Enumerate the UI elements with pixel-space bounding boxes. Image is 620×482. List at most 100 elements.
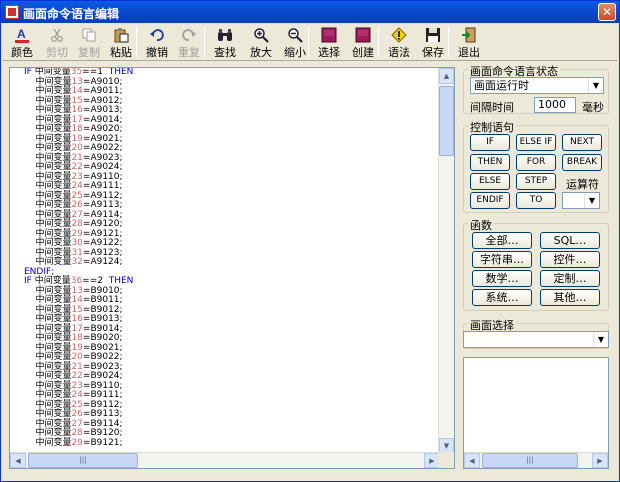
operator-select[interactable]: ▼	[562, 192, 600, 209]
code-variable-index: 19	[71, 133, 83, 144]
control-for-button[interactable]: FOR	[516, 154, 556, 171]
code-token: 中间变量	[24, 143, 72, 153]
horizontal-scroll-thumb[interactable]: |||	[28, 453, 138, 468]
code-token: =A9111;	[82, 181, 123, 191]
select-label: 选择	[318, 46, 340, 59]
code-token: =A9110;	[82, 171, 123, 182]
code-variable-index: 24	[71, 181, 83, 191]
scroll-left-icon[interactable]: ◀	[10, 453, 26, 468]
code-text[interactable]: IF 中间变量35==1 THEN 中间变量13=A9010; 中间变量14=A…	[10, 68, 440, 454]
control-endif-button[interactable]: ENDIF	[470, 192, 510, 209]
control-if-button[interactable]: IF	[470, 134, 510, 151]
code-variable-index: 27	[71, 209, 83, 220]
warning-icon	[391, 27, 407, 43]
code-token: =B9023;	[82, 361, 123, 372]
copy-button[interactable]: 复制	[73, 25, 105, 59]
zoom-out-label: 缩小	[284, 46, 306, 59]
function-custom-button[interactable]: 定制…	[540, 270, 600, 287]
floppy-disk-icon	[425, 27, 441, 43]
create-label: 创建	[352, 46, 374, 59]
control-step-button[interactable]: STEP	[516, 173, 556, 190]
horizontal-scrollbar[interactable]: ◀ ||| ▶	[10, 452, 440, 468]
create-button[interactable]: 创建	[347, 25, 379, 59]
zoom-in-button[interactable]: 放大	[245, 25, 277, 59]
code-keyword: ENDIF	[24, 266, 52, 277]
exit-button[interactable]: 退出	[453, 25, 485, 59]
code-token: 中间变量	[24, 371, 72, 381]
control-else-button[interactable]: ELSE	[470, 173, 510, 190]
code-variable-index: 13	[71, 76, 83, 87]
screen-list[interactable]: ◀ ||| ▶	[463, 357, 609, 469]
color-button[interactable]: A 颜色	[6, 25, 38, 59]
undo-icon	[149, 27, 165, 43]
title-bar[interactable]: 画面命令语言编辑 ✕	[1, 1, 619, 23]
code-token: 中间变量	[24, 285, 72, 296]
list-scroll-thumb[interactable]: |||	[482, 453, 578, 468]
list-horizontal-scrollbar[interactable]: ◀ ||| ▶	[464, 452, 608, 468]
code-variable-index: 28	[71, 219, 83, 229]
control-to-button[interactable]: TO	[516, 192, 556, 209]
code-token: 中间变量	[24, 428, 72, 438]
code-token: =B9121;	[82, 437, 123, 448]
control-next-button[interactable]: NEXT	[562, 134, 602, 151]
interval-input[interactable]: 1000	[534, 97, 576, 113]
control-else-if-button[interactable]: ELSE IF	[516, 134, 556, 151]
find-button[interactable]: 查找	[209, 25, 241, 59]
zoom-out-button[interactable]: 缩小	[279, 25, 311, 59]
function-control-button[interactable]: 控件…	[540, 251, 600, 268]
code-variable-index: 17	[71, 114, 83, 125]
code-variable-index: 23	[71, 380, 83, 391]
function-other-button[interactable]: 其他…	[540, 289, 600, 306]
cut-label: 剪切	[46, 46, 68, 59]
function-string-button[interactable]: 字符串…	[472, 251, 532, 268]
chevron-down-icon[interactable]: ▼	[593, 332, 608, 347]
select-button[interactable]: 选择	[313, 25, 345, 59]
close-button[interactable]: ✕	[598, 3, 616, 21]
control-then-button[interactable]: THEN	[470, 154, 510, 171]
code-token: 中间变量	[24, 361, 72, 372]
function-system-button[interactable]: 系统…	[472, 289, 532, 306]
function-all-button[interactable]: 全部…	[472, 232, 532, 249]
scroll-left-icon[interactable]: ◀	[464, 453, 480, 468]
undo-label: 撤销	[146, 46, 168, 59]
code-token: =B9114;	[82, 418, 123, 429]
code-token: =A9013;	[82, 105, 123, 115]
code-token: =B9024;	[82, 371, 123, 381]
code-token: =A9121;	[82, 228, 123, 239]
paste-label: 粘贴	[110, 46, 132, 59]
code-variable-index: 22	[71, 162, 83, 172]
code-token: ;	[51, 266, 55, 277]
code-variable-index: 13	[71, 285, 83, 296]
vertical-scroll-thumb[interactable]	[439, 86, 454, 156]
control-break-button[interactable]: BREAK	[562, 154, 602, 171]
code-variable-index: 32	[71, 257, 83, 267]
scroll-right-icon[interactable]: ▶	[592, 453, 608, 468]
code-token: 中间变量	[24, 304, 72, 315]
code-token: 中间变量	[24, 314, 72, 324]
screen-select[interactable]: ▼	[463, 331, 609, 348]
code-token: 中间变量	[24, 209, 72, 220]
code-token: =A9113;	[82, 200, 123, 210]
code-token: 中间变量	[24, 342, 72, 353]
code-editor[interactable]: IF 中间变量35==1 THEN 中间变量13=A9010; 中间变量14=A…	[9, 67, 455, 469]
code-variable-index: 31	[71, 247, 83, 258]
vertical-scrollbar[interactable]: ▲ ▼	[438, 68, 454, 454]
code-token: 中间变量	[24, 409, 72, 419]
chevron-down-icon[interactable]: ▼	[584, 193, 599, 208]
undo-button[interactable]: 撤销	[141, 25, 173, 59]
chevron-down-icon[interactable]: ▼	[588, 78, 603, 93]
function-sql-button[interactable]: SQL…	[540, 232, 600, 249]
save-button[interactable]: 保存	[417, 25, 449, 59]
redo-button[interactable]: 重复	[173, 25, 205, 59]
unit-label: 毫秒	[582, 101, 604, 114]
syntax-button[interactable]: 语法	[383, 25, 415, 59]
code-token: 中间变量	[24, 133, 72, 144]
cut-button[interactable]: 剪切	[41, 25, 73, 59]
code-variable-index: 29	[71, 437, 83, 448]
state-select[interactable]: 画面运行时 ▼	[470, 77, 604, 94]
paste-button[interactable]: 粘贴	[105, 25, 137, 59]
code-variable-index: 21	[71, 361, 83, 372]
scroll-up-icon[interactable]: ▲	[439, 68, 454, 84]
toolbar: A 颜色 剪切 复制 粘贴 撤销 重复 查找 放大 缩小 选择 创建 语法 保存 退出	[3, 23, 617, 61]
function-math-button[interactable]: 数学…	[472, 270, 532, 287]
